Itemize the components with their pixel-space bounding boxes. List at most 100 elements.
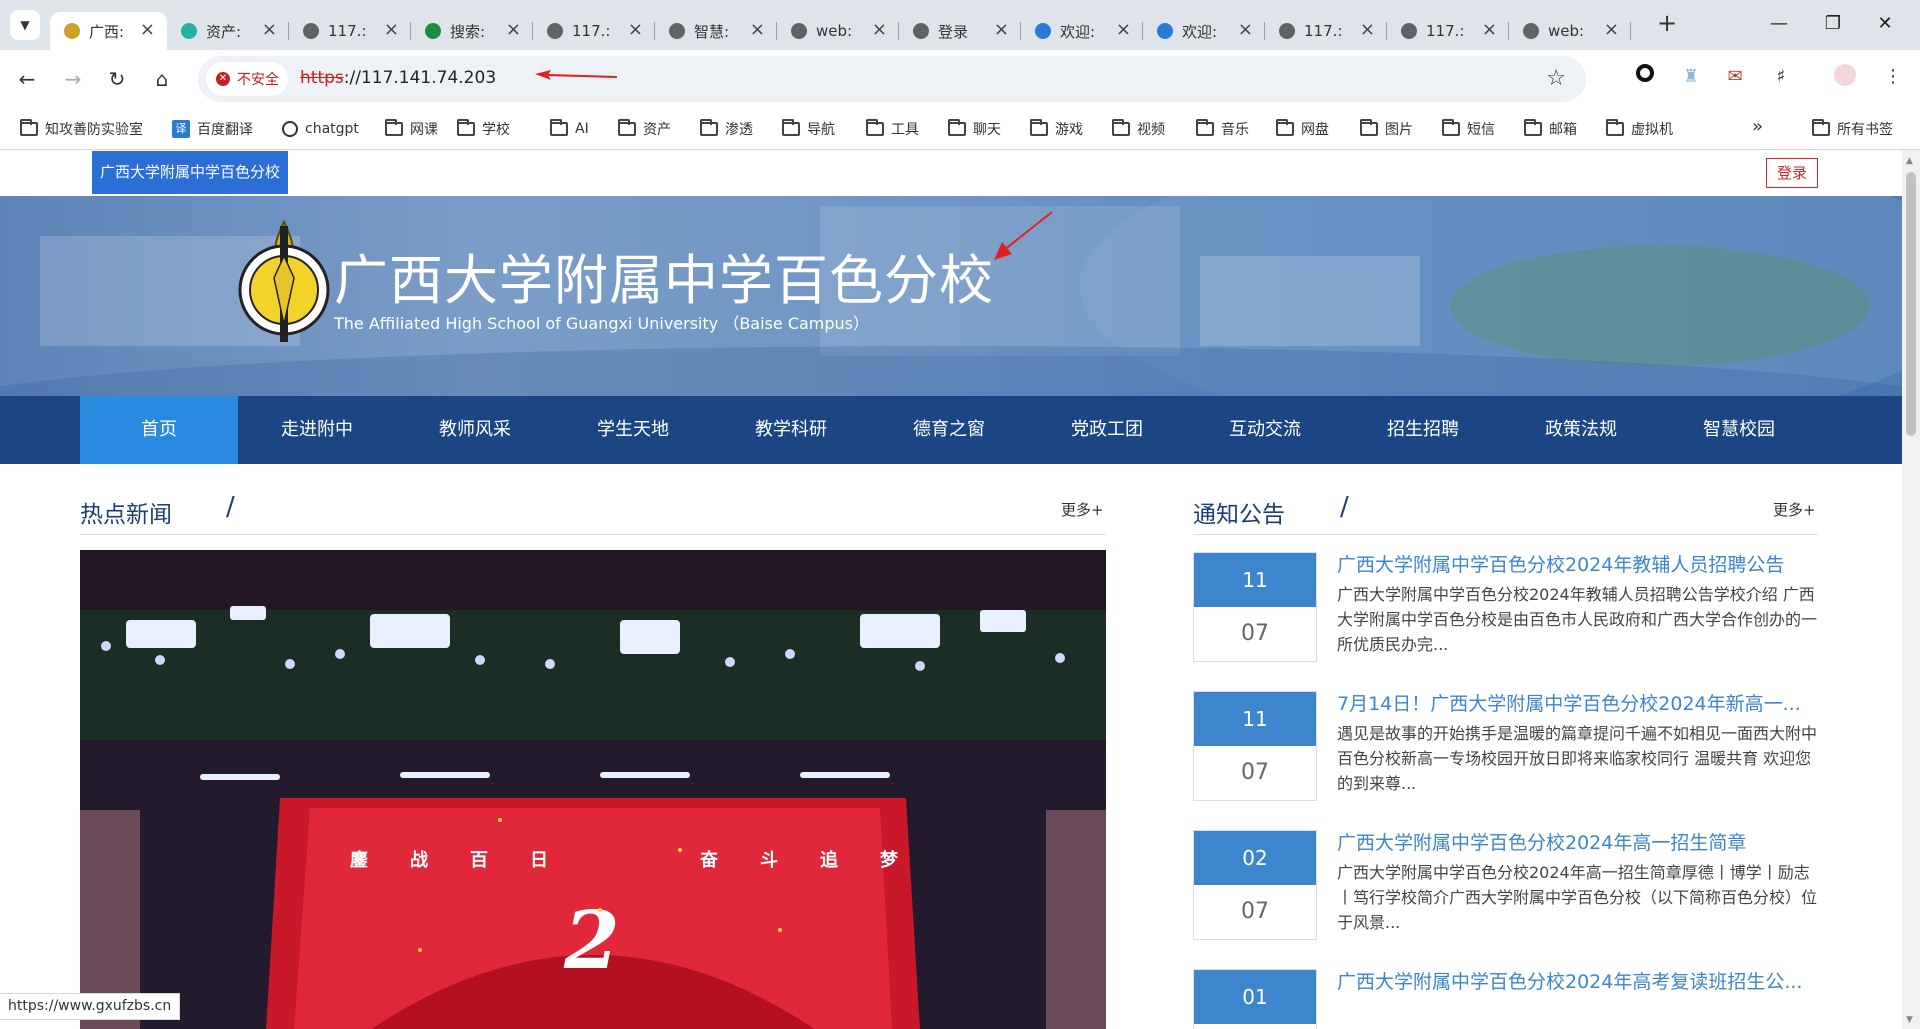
nav-item[interactable]: 教学科研 bbox=[712, 396, 870, 464]
url-text[interactable]: https://117.141.74.203 bbox=[300, 68, 496, 88]
menu-kebab-icon[interactable]: ⋮ bbox=[1880, 64, 1906, 90]
nav-item[interactable]: 互动交流 bbox=[1186, 396, 1344, 464]
bookmark-item[interactable]: 聊天 bbox=[948, 117, 1001, 141]
tab-title: 欢迎: bbox=[1182, 22, 1218, 41]
nav-item[interactable]: 走进附中 bbox=[238, 396, 396, 464]
scroll-down-icon[interactable]: ▼ bbox=[1906, 1015, 1913, 1025]
tab-close-icon[interactable]: × bbox=[1604, 21, 1619, 39]
all-bookmarks[interactable]: 所有书签 bbox=[1812, 117, 1893, 141]
more-bookmarks-chevron-icon[interactable]: » bbox=[1752, 116, 1763, 137]
tab-close-icon[interactable]: × bbox=[384, 21, 399, 39]
notice-title-link[interactable]: 广西大学附属中学百色分校2024年高一招生简章 bbox=[1337, 830, 1818, 856]
nav-item[interactable]: 招生招聘 bbox=[1344, 396, 1502, 464]
notice-item[interactable]: 11 07 广西大学附属中学百色分校2024年教辅人员招聘公告 广西大学附属中学百色分… bbox=[1193, 552, 1818, 662]
browser-tab[interactable]: 117.: × bbox=[289, 12, 411, 50]
bookmark-item[interactable]: 工具 bbox=[866, 117, 919, 141]
browser-tab[interactable]: 117.: × bbox=[1387, 12, 1509, 50]
bookmark-item[interactable]: 游戏 bbox=[1030, 117, 1083, 141]
tab-close-icon[interactable]: × bbox=[262, 21, 277, 39]
reload-icon[interactable]: ↻ bbox=[102, 64, 132, 94]
nav-item[interactable]: 党政工团 bbox=[1028, 396, 1186, 464]
hot-news-more-link[interactable]: 更多+ bbox=[1061, 499, 1104, 520]
bookmark-item[interactable]: 虚拟机 bbox=[1606, 117, 1673, 141]
login-button[interactable]: 登录 bbox=[1766, 158, 1818, 188]
bookmark-item[interactable]: 邮箱 bbox=[1524, 117, 1577, 141]
status-link-preview: https://www.gxufzbs.cn bbox=[0, 993, 181, 1020]
browser-tab[interactable]: 欢迎: × bbox=[1021, 12, 1143, 50]
maximize-button[interactable]: ❐ bbox=[1810, 8, 1856, 40]
tab-close-icon[interactable]: × bbox=[628, 21, 643, 39]
bookmark-item[interactable]: 学校 bbox=[457, 117, 510, 141]
browser-tab[interactable]: 117.: × bbox=[533, 12, 655, 50]
notice-title-link[interactable]: 广西大学附属中学百色分校2024年高考复读班招生公... bbox=[1337, 969, 1818, 995]
bookmark-item[interactable]: 资产 bbox=[618, 117, 671, 141]
nav-item[interactable]: 学生天地 bbox=[554, 396, 712, 464]
bookmark-item[interactable]: AI bbox=[550, 117, 589, 141]
browser-tab[interactable]: 117.: × bbox=[1265, 12, 1387, 50]
tab-close-icon[interactable]: × bbox=[1482, 21, 1497, 39]
notice-item[interactable]: 11 07 7月14日！广西大学附属中学百色分校2024年新高一... 遇见是故事的开… bbox=[1193, 691, 1818, 801]
browser-tab[interactable]: 欢迎: × bbox=[1143, 12, 1265, 50]
browser-tab[interactable]: 广西: × bbox=[50, 12, 167, 50]
bookmark-label: 聊天 bbox=[973, 122, 1001, 138]
tab-close-icon[interactable]: × bbox=[1238, 21, 1253, 39]
security-indicator[interactable]: ✕ 不安全 bbox=[206, 62, 288, 96]
nav-item[interactable]: 德育之窗 bbox=[870, 396, 1028, 464]
notice-item[interactable]: 01 广西大学附属中学百色分校2024年高考复读班招生公... bbox=[1193, 969, 1818, 1029]
nav-item[interactable]: 首页 bbox=[80, 396, 238, 464]
tab-close-icon[interactable]: × bbox=[1360, 21, 1375, 39]
forward-icon[interactable]: → bbox=[58, 64, 88, 94]
bookmark-item[interactable]: 导航 bbox=[782, 117, 835, 141]
bookmark-item[interactable]: 短信 bbox=[1442, 117, 1495, 141]
browser-tab[interactable]: 搜索: × bbox=[411, 12, 533, 50]
bookmark-item[interactable]: 渗透 bbox=[700, 117, 753, 141]
browser-tab[interactable]: 智慧: × bbox=[655, 12, 777, 50]
tab-search-button[interactable]: ▼ bbox=[10, 10, 40, 40]
bookmark-item[interactable]: chatgpt bbox=[282, 117, 359, 141]
browser-tab[interactable]: 资产: × bbox=[167, 12, 289, 50]
hot-news-image[interactable]: 鏖 战 百 日 奋 斗 追 梦 2 bbox=[80, 550, 1106, 1029]
tab-close-icon[interactable]: × bbox=[506, 21, 521, 39]
bookmark-item[interactable]: 网课 bbox=[385, 117, 438, 141]
minimize-button[interactable]: — bbox=[1756, 8, 1802, 40]
bookmark-item[interactable]: 视频 bbox=[1112, 117, 1165, 141]
stage-big-numeral: 2 bbox=[563, 893, 620, 987]
extension-mail-icon[interactable]: ✉ bbox=[1722, 64, 1748, 90]
profile-avatar[interactable] bbox=[1832, 64, 1858, 90]
home-icon[interactable]: ⌂ bbox=[147, 64, 177, 94]
bookmark-item[interactable]: 图片 bbox=[1360, 117, 1413, 141]
tab-close-icon[interactable]: × bbox=[1116, 21, 1131, 39]
tab-close-icon[interactable]: × bbox=[750, 21, 765, 39]
tab-close-icon[interactable]: × bbox=[994, 21, 1009, 39]
notice-title-link[interactable]: 7月14日！广西大学附属中学百色分校2024年新高一... bbox=[1337, 691, 1818, 717]
notices-more-link[interactable]: 更多+ bbox=[1773, 499, 1816, 520]
scrollbar-thumb[interactable] bbox=[1906, 172, 1916, 436]
extension-circle-icon[interactable] bbox=[1632, 64, 1658, 90]
tab-close-icon[interactable]: × bbox=[140, 21, 155, 39]
extension-figure-icon[interactable]: ♜ bbox=[1678, 64, 1704, 90]
close-window-button[interactable]: ✕ bbox=[1862, 8, 1908, 40]
bookmark-item[interactable]: 网盘 bbox=[1276, 117, 1329, 141]
notice-title-link[interactable]: 广西大学附属中学百色分校2024年教辅人员招聘公告 bbox=[1337, 552, 1818, 578]
extensions-puzzle-icon[interactable]: ♯ bbox=[1768, 64, 1794, 90]
bookmark-item[interactable]: 音乐 bbox=[1196, 117, 1249, 141]
nav-item[interactable]: 政策法规 bbox=[1502, 396, 1660, 464]
school-name-tag[interactable]: 广西大学附属中学百色分校 bbox=[92, 151, 288, 194]
nav-item[interactable]: 教师风采 bbox=[396, 396, 554, 464]
back-icon[interactable]: ← bbox=[12, 64, 42, 94]
bookmark-label: 工具 bbox=[891, 122, 919, 138]
tab-close-icon[interactable]: × bbox=[872, 21, 887, 39]
browser-tab[interactable]: 登录 × bbox=[899, 12, 1021, 50]
browser-tab[interactable]: web: × bbox=[777, 12, 899, 50]
notice-item[interactable]: 02 07 广西大学附属中学百色分校2024年高一招生简章 广西大学附属中学百色分校2… bbox=[1193, 830, 1818, 940]
bookmark-star-icon[interactable]: ☆ bbox=[1546, 66, 1566, 91]
new-tab-button[interactable]: + bbox=[1652, 9, 1682, 39]
nav-list: 首页 走进附中 教师风采 学生天地 教学科研 德育之窗 党政工团 互动交流 招生招聘 政策法规 智慧… bbox=[80, 396, 1818, 464]
address-bar[interactable]: ✕ 不安全 https://117.141.74.203 ☆ bbox=[198, 56, 1586, 102]
scroll-up-icon[interactable]: ▲ bbox=[1906, 156, 1913, 166]
browser-tab[interactable]: web: × bbox=[1509, 12, 1631, 50]
nav-item[interactable]: 智慧校园 bbox=[1660, 396, 1818, 464]
bookmark-item[interactable]: 译百度翻译 bbox=[172, 117, 253, 141]
page-scrollbar[interactable]: ▲ ▼ bbox=[1902, 150, 1920, 1029]
bookmark-item[interactable]: 知攻善防实验室 bbox=[20, 117, 143, 141]
